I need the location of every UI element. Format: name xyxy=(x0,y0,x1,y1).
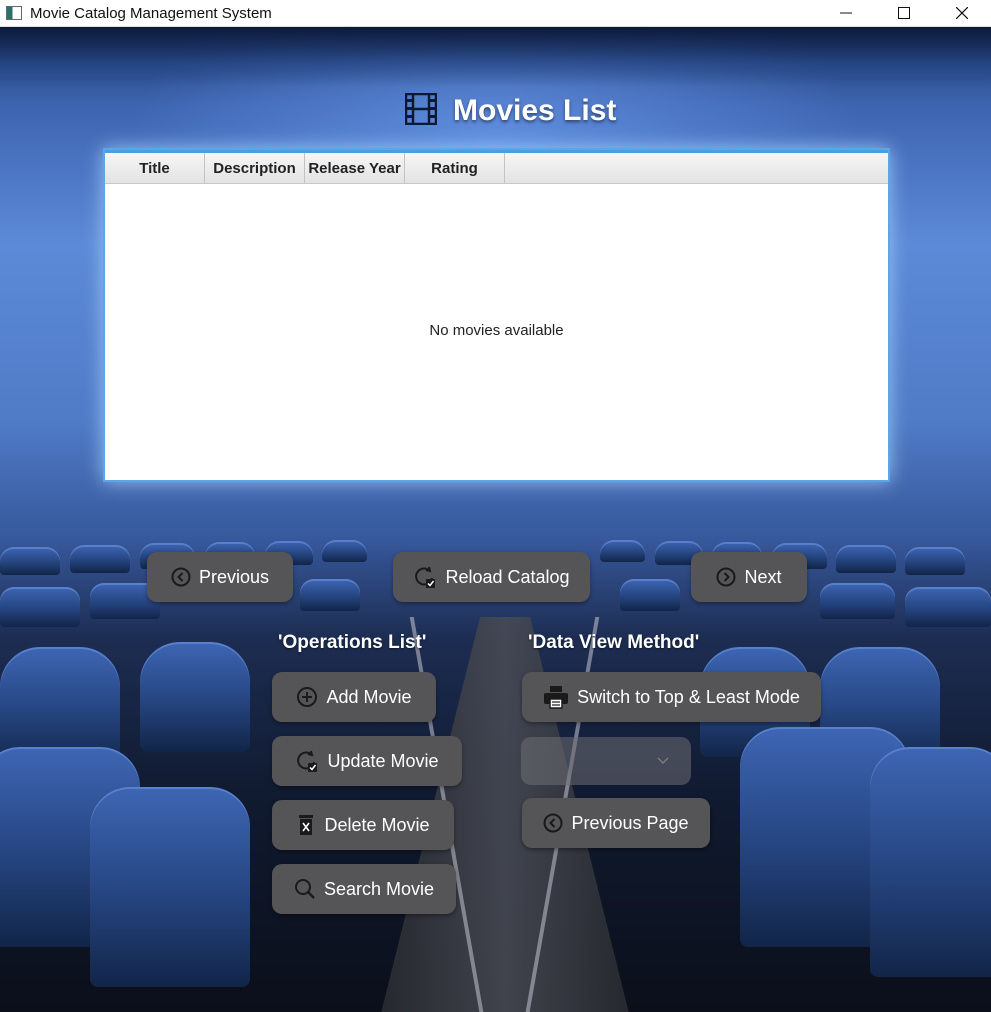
maximize-button[interactable] xyxy=(875,0,933,26)
previous-page-label: Previous Page xyxy=(571,812,689,833)
data-view-heading: 'Data View Method' xyxy=(528,632,700,653)
chevron-left-circle-icon xyxy=(171,567,191,587)
window-title: Movie Catalog Management System xyxy=(30,4,272,22)
ceiling-shade xyxy=(0,27,991,87)
film-strip-icon xyxy=(404,92,438,130)
search-icon xyxy=(294,878,316,900)
next-button-label: Next xyxy=(744,566,782,587)
column-header-description[interactable]: Description xyxy=(205,153,305,183)
delete-movie-label: Delete Movie xyxy=(324,814,430,835)
data-view-dropdown[interactable] xyxy=(521,737,691,785)
close-button[interactable] xyxy=(933,0,991,26)
cinema-background: Movies List Title Description Release Ye… xyxy=(0,27,991,1012)
chevron-left-circle-icon xyxy=(543,813,563,833)
add-movie-button[interactable]: Add Movie xyxy=(272,672,436,722)
table-header: Title Description Release Year Rating xyxy=(105,150,888,184)
movies-list-heading: Movies List xyxy=(404,91,617,131)
refresh-icon xyxy=(413,565,437,589)
next-button[interactable]: Next xyxy=(691,552,807,602)
operations-heading: 'Operations List' xyxy=(278,632,427,653)
minimize-icon xyxy=(840,12,852,14)
maximize-icon xyxy=(898,7,910,19)
window-titlebar: Movie Catalog Management System xyxy=(0,0,991,27)
chevron-down-icon xyxy=(657,752,669,770)
delete-movie-button[interactable]: Delete Movie xyxy=(272,800,454,850)
column-header-release-year[interactable]: Release Year xyxy=(305,153,405,183)
update-movie-label: Update Movie xyxy=(327,750,439,771)
close-icon xyxy=(956,7,968,19)
previous-button[interactable]: Previous xyxy=(147,552,293,602)
app-icon xyxy=(6,6,22,20)
reload-catalog-button[interactable]: Reload Catalog xyxy=(393,552,590,602)
chevron-right-circle-icon xyxy=(716,567,736,587)
window-controls xyxy=(817,0,991,26)
reload-catalog-label: Reload Catalog xyxy=(445,566,570,587)
plus-circle-icon xyxy=(296,686,318,708)
minimize-button[interactable] xyxy=(817,0,875,26)
add-movie-label: Add Movie xyxy=(326,686,412,707)
switch-mode-button[interactable]: Switch to Top & Least Mode xyxy=(522,672,821,722)
column-header-title[interactable]: Title xyxy=(105,153,205,183)
switch-mode-label: Switch to Top & Least Mode xyxy=(577,686,800,707)
update-movie-button[interactable]: Update Movie xyxy=(272,736,462,786)
search-movie-button[interactable]: Search Movie xyxy=(272,864,456,914)
trash-icon xyxy=(296,814,316,836)
previous-page-button[interactable]: Previous Page xyxy=(522,798,710,848)
empty-table-message: No movies available xyxy=(429,322,564,339)
search-movie-label: Search Movie xyxy=(323,878,435,899)
column-header-rating[interactable]: Rating xyxy=(405,153,505,183)
movies-table[interactable]: Title Description Release Year Rating No… xyxy=(103,148,890,482)
page-title: Movies List xyxy=(453,94,617,127)
printer-icon xyxy=(543,685,569,709)
previous-button-label: Previous xyxy=(198,566,270,587)
refresh-icon xyxy=(295,749,319,773)
